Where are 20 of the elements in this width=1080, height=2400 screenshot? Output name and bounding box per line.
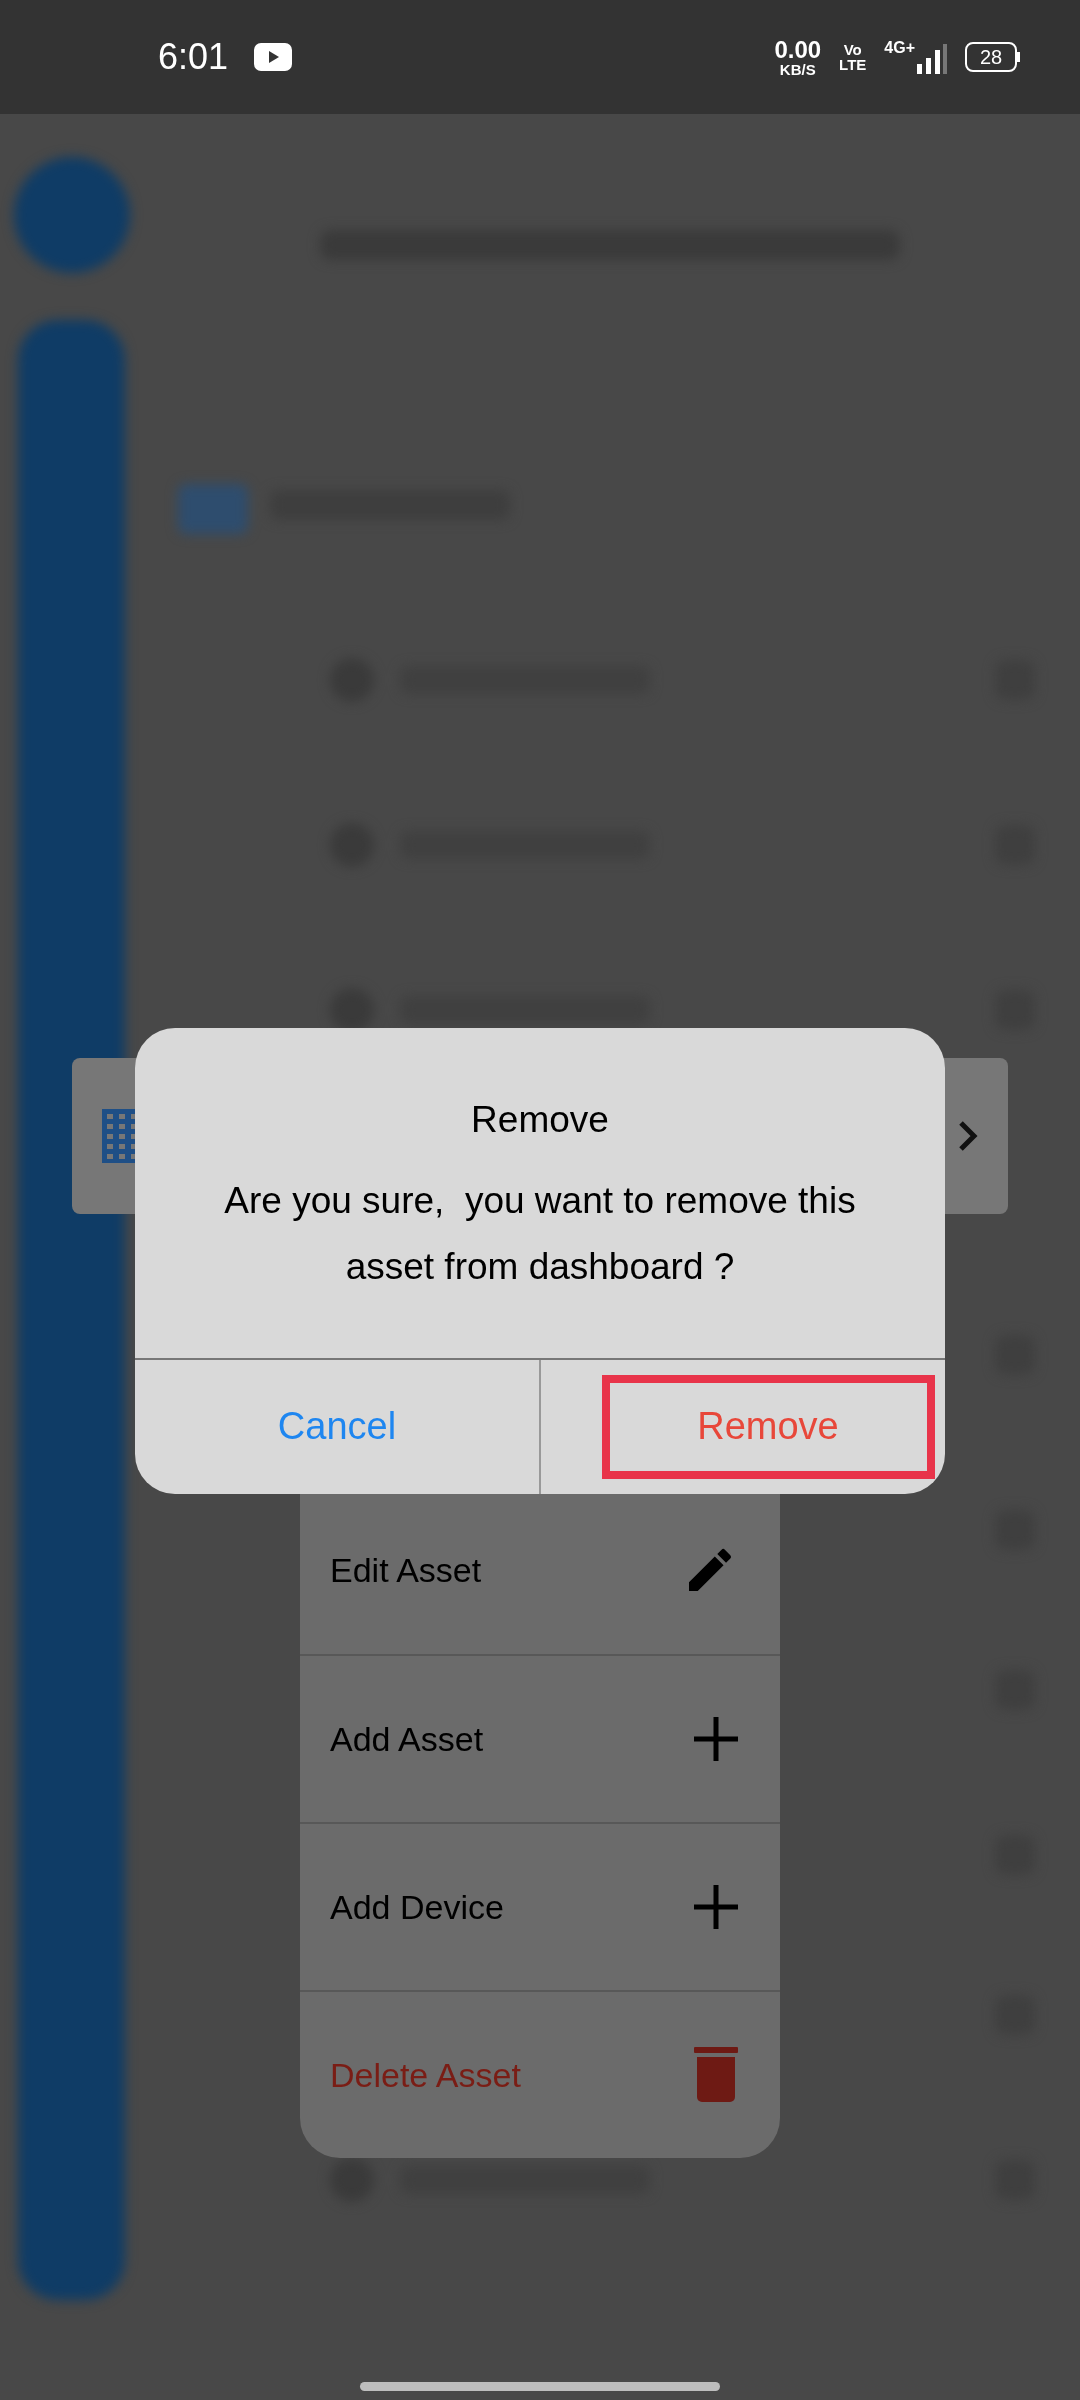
- dialog-message: Are you sure, you want to remove this asset from dashboard ?: [223, 1178, 857, 1289]
- dialog-title: Remove: [471, 1098, 609, 1142]
- clock-time: 6:01: [158, 35, 229, 79]
- speed-unit: KB/S: [779, 61, 816, 77]
- play-icon: [254, 43, 293, 71]
- chevron-right-icon: [958, 1120, 978, 1152]
- menu-item[interactable]: Edit Asset: [300, 1486, 780, 1654]
- signal-icon: [917, 44, 947, 74]
- trash-icon: [694, 2047, 738, 2103]
- menu-item[interactable]: Add Device: [300, 1822, 780, 1990]
- volte-label: Vo: [843, 42, 862, 57]
- battery-indicator: 28: [965, 42, 1020, 72]
- volte-label: LTE: [839, 57, 867, 72]
- plus-icon: [694, 1885, 738, 1929]
- remove-button[interactable]: Remove: [601, 1374, 935, 1479]
- network-type: 4G+: [884, 40, 915, 56]
- plus-icon: [694, 1717, 738, 1761]
- menu-item[interactable]: Add Asset: [300, 1654, 780, 1822]
- cancel-button[interactable]: Cancel: [187, 1374, 487, 1479]
- network-speed: 0.00: [774, 37, 822, 62]
